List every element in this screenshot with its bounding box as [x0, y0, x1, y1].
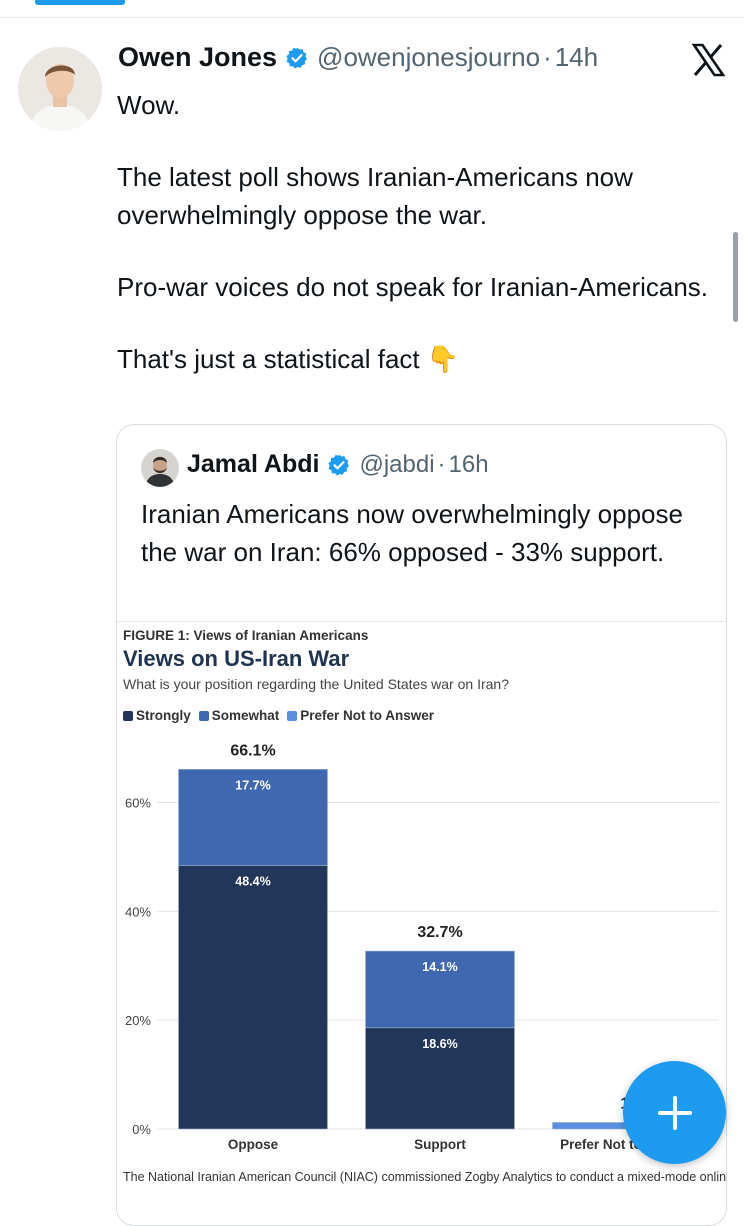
figure-footnote: The National Iranian American Council (N… [123, 1170, 727, 1184]
legend-label: Strongly [136, 708, 191, 723]
figure-subtitle: What is your position regarding the Unit… [123, 676, 509, 692]
figure-title: Views on US-Iran War [123, 646, 350, 671]
y-tick-label: 0% [132, 1122, 151, 1137]
legend-swatch [198, 710, 209, 721]
quoted-author-avatar[interactable] [141, 449, 179, 487]
legend-swatch [123, 710, 133, 721]
y-tick-label: 40% [125, 904, 151, 919]
legend-item: Strongly [123, 708, 191, 723]
divider [0, 17, 744, 18]
figure-label: FIGURE 1: Views of Iranian Americans [123, 628, 369, 643]
author-handle[interactable]: @owenjonesjourno [317, 42, 540, 73]
quoted-tweet-header: Jamal Abdi @jabdi · 16h [187, 450, 489, 479]
category-label: Support [414, 1137, 466, 1152]
author-avatar[interactable] [18, 47, 102, 131]
scrollbar[interactable] [733, 232, 738, 322]
bar-total-label: 66.1% [230, 742, 275, 759]
compose-fab-button[interactable] [623, 1061, 726, 1164]
legend-item: Prefer Not to Answer [287, 708, 434, 723]
legend-item: Somewhat [198, 708, 280, 723]
quoted-author-name[interactable]: Jamal Abdi [187, 450, 319, 479]
tweet-time[interactable]: 14h [555, 42, 598, 73]
verified-badge-icon [327, 453, 351, 477]
y-tick-label: 20% [125, 1013, 151, 1028]
segment-value-label: 17.7% [235, 778, 270, 792]
category-label: Oppose [228, 1137, 279, 1152]
segment-value-label: 14.1% [422, 960, 457, 974]
quoted-author-handle[interactable]: @jabdi [359, 451, 434, 479]
segment-value-label: 18.6% [422, 1037, 457, 1051]
tweet-header: Owen Jones @owenjonesjourno · 14h [118, 42, 598, 73]
chart-legend: Strongly Somewhat Prefer Not to Answer [123, 708, 434, 723]
quoted-tweet-time[interactable]: 16h [449, 451, 489, 479]
separator-dot: · [437, 450, 446, 478]
x-logo-icon[interactable] [690, 42, 726, 78]
quoted-tweet-text: Iranian Americans now overwhelmingly opp… [141, 499, 683, 567]
separator-dot: · [543, 42, 552, 72]
verified-badge-icon [285, 46, 309, 70]
tweet-paragraph: That's just a statistical fact 👇 [117, 344, 460, 374]
bar-segment [178, 865, 328, 1130]
legend-label: Prefer Not to Answer [300, 708, 435, 723]
legend-label: Somewhat [211, 708, 280, 723]
tweet-paragraph: Pro-war voices do not speak for Iranian-… [117, 272, 709, 302]
plus-icon [657, 1095, 692, 1130]
legend-swatch [287, 710, 298, 721]
bar-total-label: 32.7% [417, 924, 462, 941]
tweet-body: Wow. The latest poll shows Iranian-Ameri… [117, 86, 717, 412]
y-tick-label: 60% [125, 796, 151, 811]
tweet-paragraph: Wow. [117, 90, 181, 120]
tweet-paragraph: The latest poll shows Iranian-Americans … [117, 162, 633, 230]
segment-value-label: 48.4% [235, 875, 270, 889]
active-tab-indicator [35, 0, 125, 5]
author-name[interactable]: Owen Jones [118, 42, 277, 73]
